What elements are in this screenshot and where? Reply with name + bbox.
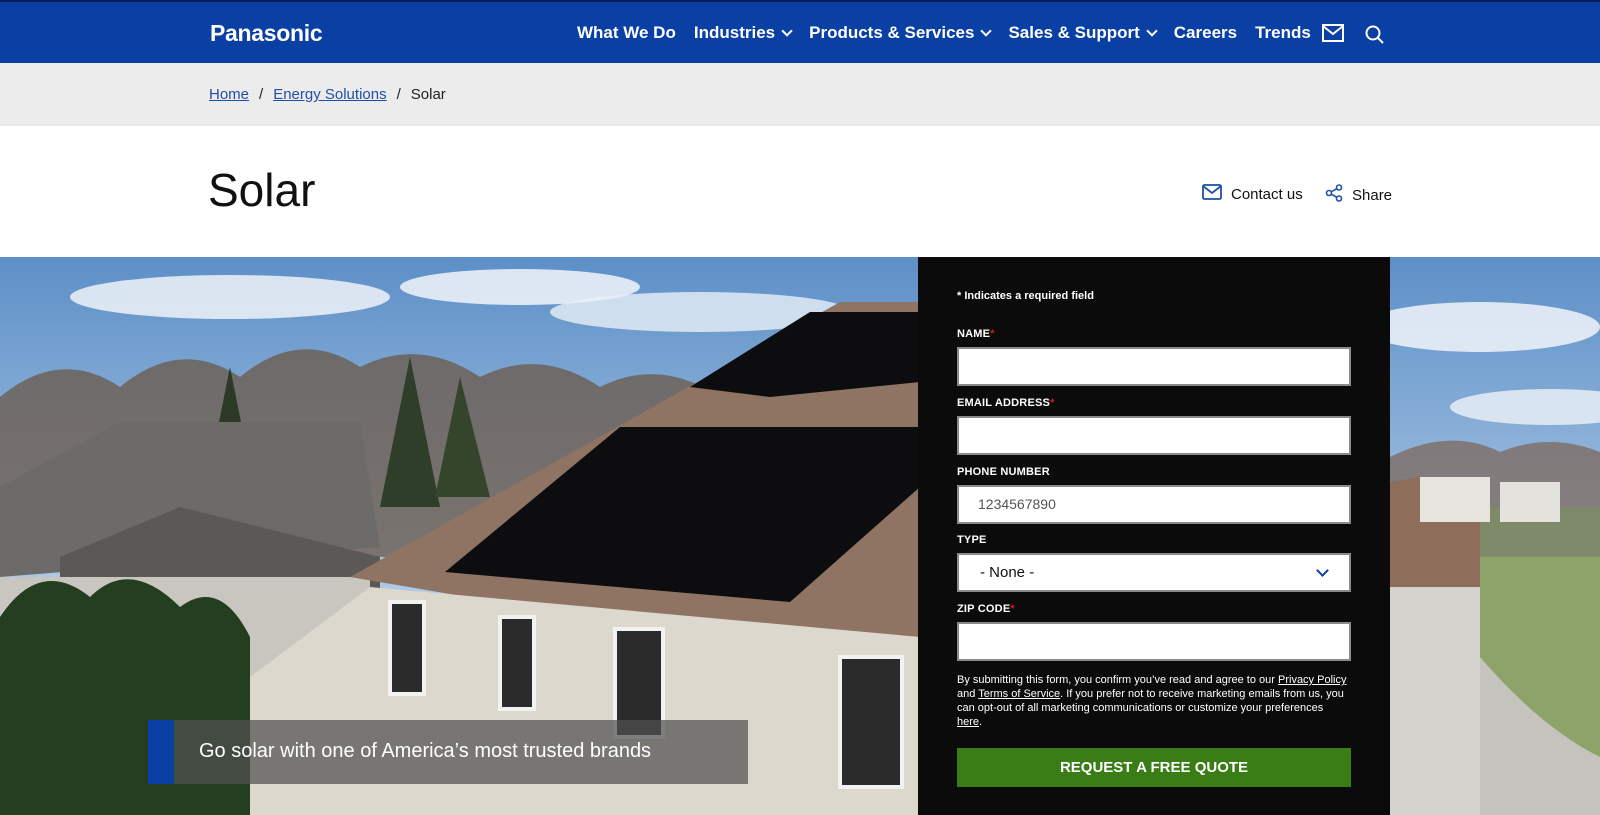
required-field-note: * Indicates a required field xyxy=(957,290,1094,302)
chevron-down-icon xyxy=(781,24,793,37)
breadcrumb: Home / Energy Solutions / Solar xyxy=(209,86,446,103)
preferences-here-link[interactable]: here xyxy=(957,716,979,728)
nav-label: Sales & Support xyxy=(1008,22,1140,42)
nav-trends[interactable]: Trends xyxy=(1255,23,1311,43)
nav-label: Industries xyxy=(693,22,776,42)
type-selected-value: - None - xyxy=(980,564,1035,581)
search-icon[interactable] xyxy=(1365,25,1384,49)
share-icon xyxy=(1325,184,1343,206)
nav-careers[interactable]: Careers xyxy=(1174,23,1237,43)
nav-label: Trends xyxy=(1255,22,1311,42)
breadcrumb-current: Solar xyxy=(410,86,446,103)
breadcrumb-separator: / xyxy=(259,86,264,103)
privacy-policy-link[interactable]: Privacy Policy xyxy=(1278,674,1346,686)
hero-tagline-banner: Go solar with one of America’s most trus… xyxy=(148,720,748,784)
mail-icon xyxy=(1202,184,1222,204)
share-button[interactable]: Share xyxy=(1325,184,1392,206)
zip-label: ZIP CODE* xyxy=(957,603,1015,615)
nav-what-we-do[interactable]: What We Do xyxy=(577,23,676,43)
nav-sales-support[interactable]: Sales & Support xyxy=(1008,22,1158,43)
quote-form: * Indicates a required field NAME* EMAIL… xyxy=(918,257,1390,815)
tagline-accent-bar xyxy=(148,720,174,784)
mail-icon[interactable] xyxy=(1322,24,1344,47)
nav-label: What We Do xyxy=(577,22,676,42)
type-select[interactable]: - None - xyxy=(957,553,1351,592)
breadcrumb-energy-solutions-link[interactable]: Energy Solutions xyxy=(273,86,386,103)
name-input[interactable] xyxy=(957,347,1351,386)
chevron-down-icon xyxy=(980,24,993,37)
type-label: TYPE xyxy=(957,534,987,546)
share-label: Share xyxy=(1352,186,1393,204)
contact-us-link[interactable]: Contact us xyxy=(1202,184,1303,204)
hero-tagline: Go solar with one of America’s most trus… xyxy=(199,740,652,762)
panasonic-logo[interactable]: Panasonic xyxy=(210,20,323,47)
contact-us-label: Contact us xyxy=(1231,185,1303,203)
email-input[interactable] xyxy=(957,416,1351,455)
chevron-down-icon xyxy=(1316,564,1329,577)
breadcrumb-home-link[interactable]: Home xyxy=(209,86,249,103)
phone-placeholder: 1234567890 xyxy=(978,496,1056,512)
zip-input[interactable] xyxy=(957,622,1351,661)
breadcrumb-separator: / xyxy=(396,86,401,103)
chevron-down-icon xyxy=(1146,24,1158,37)
top-navigation-bar: Panasonic What We Do Industries Products… xyxy=(0,0,1600,63)
name-label: NAME* xyxy=(957,328,995,340)
phone-input[interactable]: 1234567890 xyxy=(957,485,1351,524)
main-nav: What We Do Industries Products & Service… xyxy=(577,2,1329,63)
nav-label: Careers xyxy=(1173,22,1238,42)
nav-products-services[interactable]: Products & Services xyxy=(809,22,993,43)
breadcrumb-bar: Home / Energy Solutions / Solar xyxy=(0,63,1600,126)
nav-label: Products & Services xyxy=(809,22,975,42)
phone-label: PHONE NUMBER xyxy=(957,466,1050,478)
page-title: Solar xyxy=(208,164,316,216)
terms-of-service-link[interactable]: Terms of Service xyxy=(978,688,1060,700)
email-label: EMAIL ADDRESS* xyxy=(957,397,1055,409)
form-disclaimer: By submitting this form, you confirm you… xyxy=(957,674,1347,728)
nav-industries[interactable]: Industries xyxy=(693,22,793,43)
request-quote-button[interactable]: REQUEST A FREE QUOTE xyxy=(957,748,1351,787)
